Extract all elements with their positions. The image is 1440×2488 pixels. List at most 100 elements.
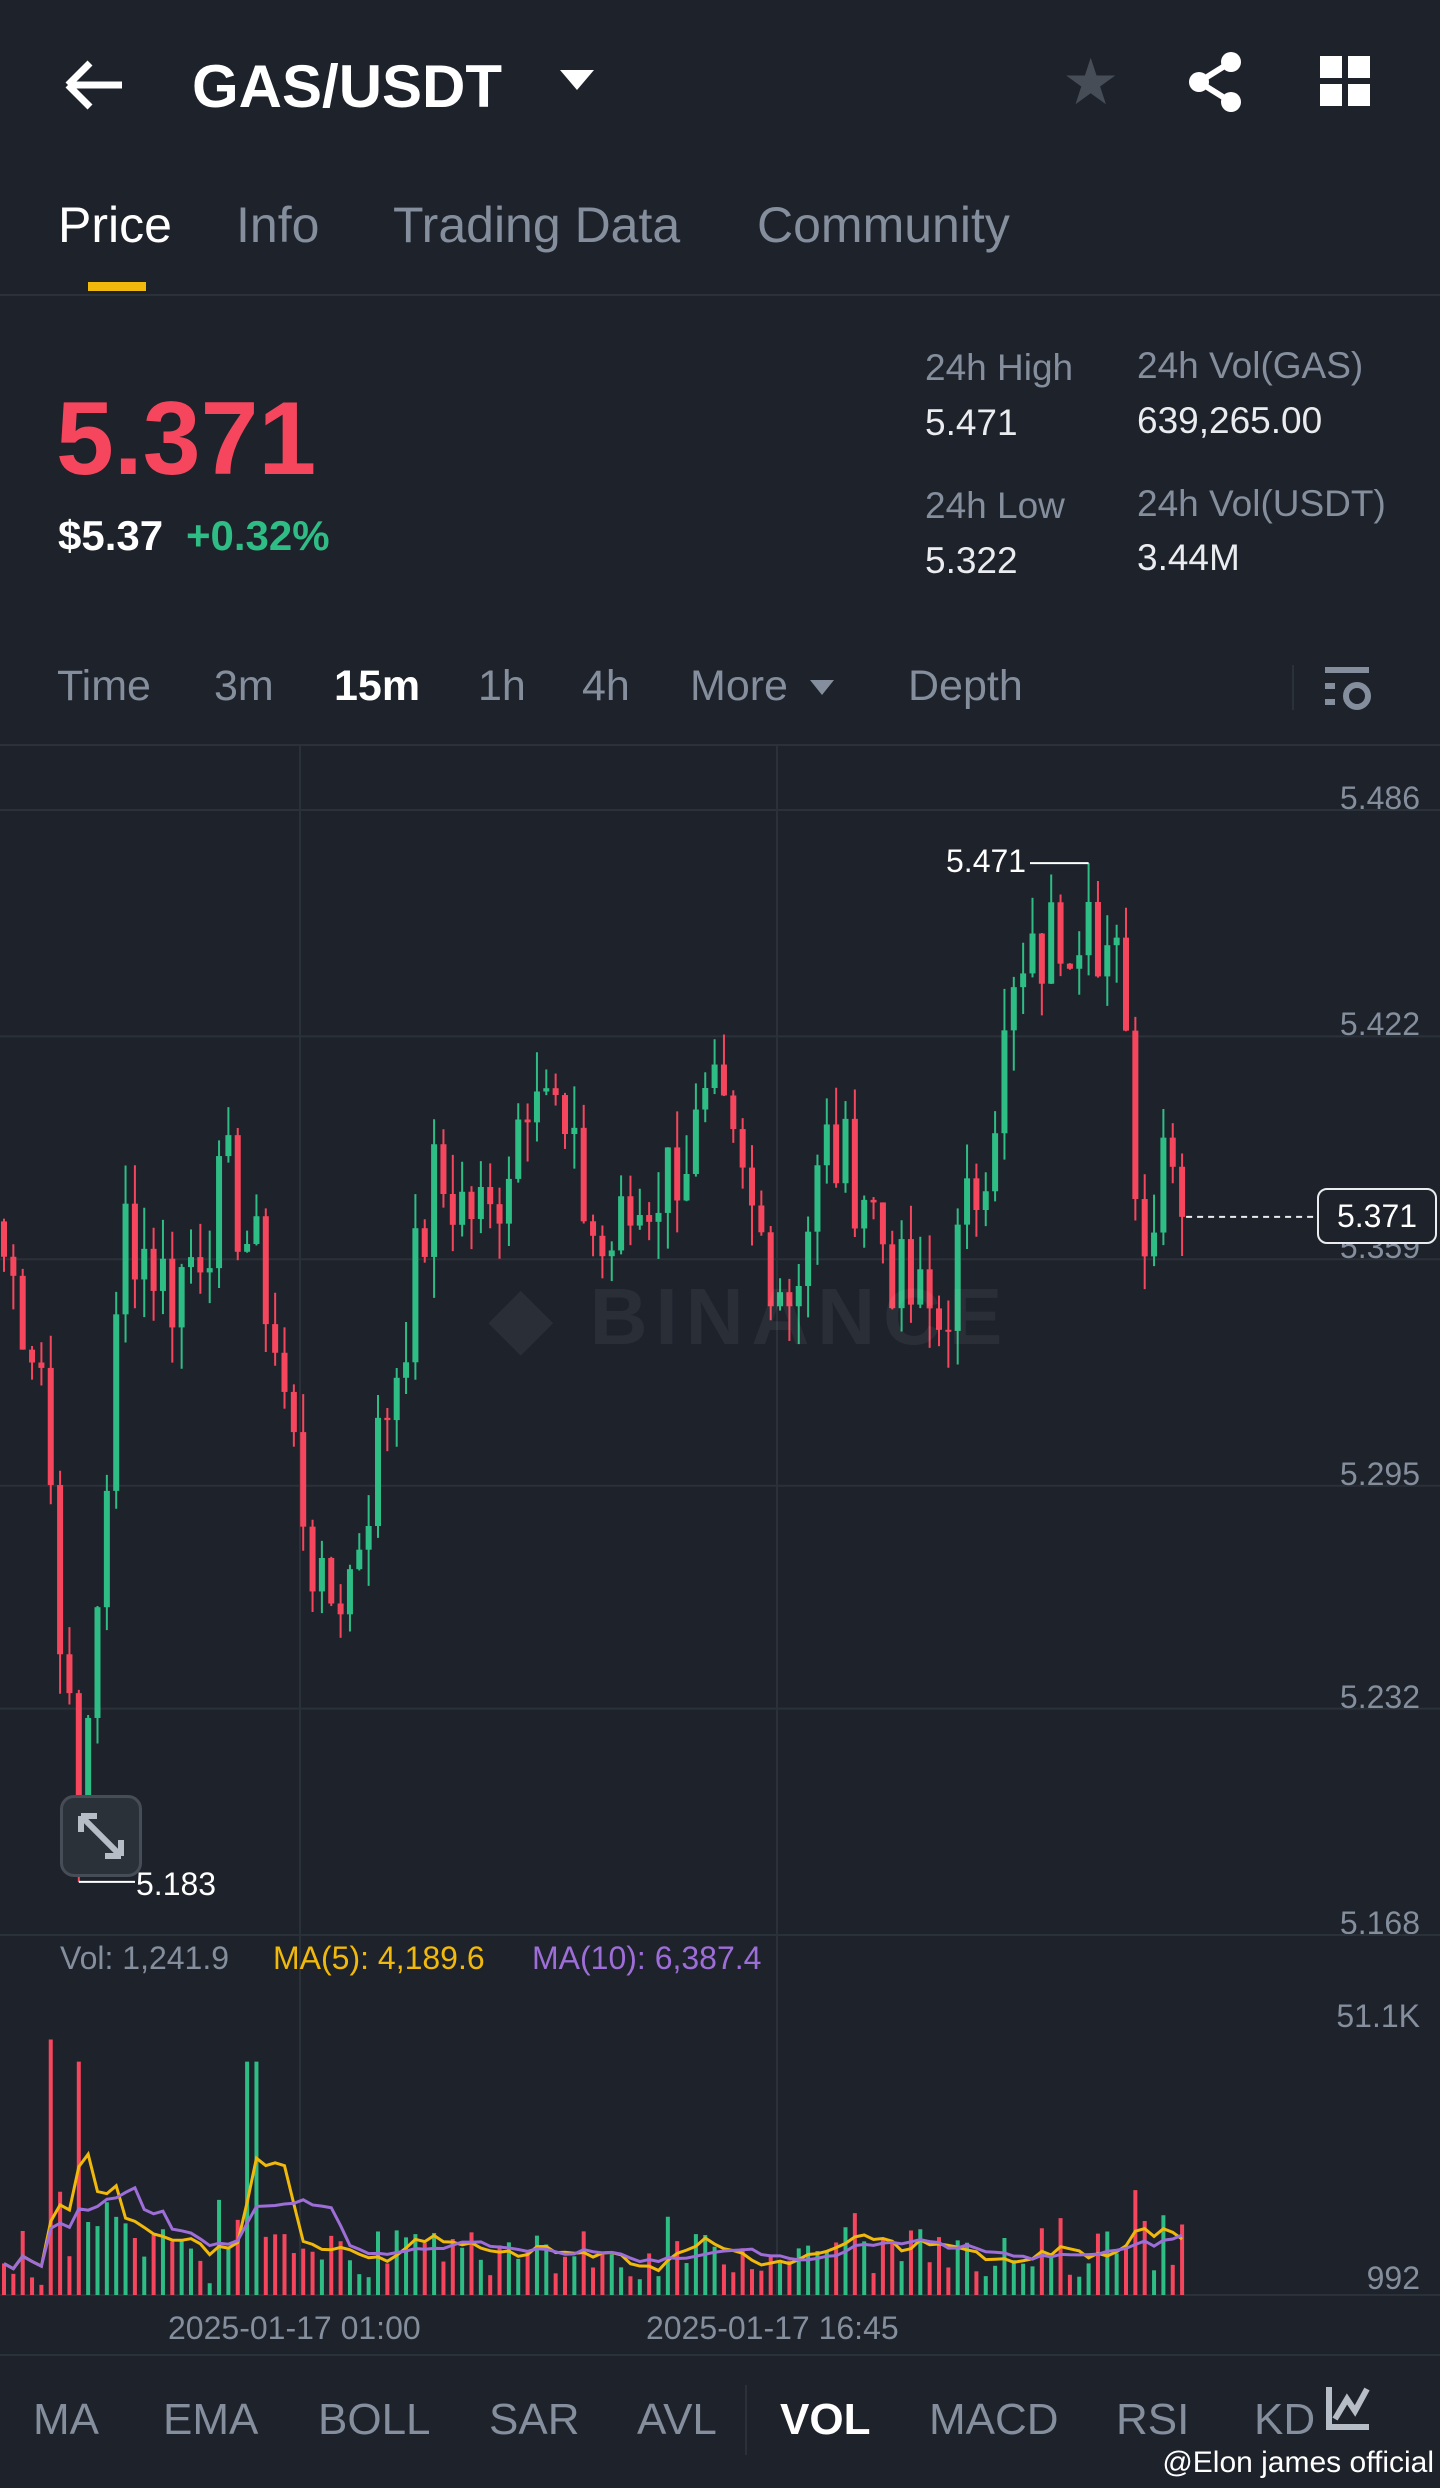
interval-4h[interactable]: 4h — [582, 662, 630, 711]
indicator-settings-icon[interactable] — [1325, 2385, 1371, 2431]
candle-body — [1094, 901, 1101, 977]
candle-body — [159, 1258, 166, 1291]
candle-body — [552, 1088, 559, 1096]
candle-body — [533, 1091, 540, 1123]
interval-15m[interactable]: 15m — [334, 662, 420, 711]
candle-body — [178, 1267, 185, 1328]
candle-body — [814, 1165, 821, 1232]
candle-body — [57, 1485, 64, 1655]
divider — [745, 2385, 747, 2455]
candle-body — [169, 1258, 176, 1328]
candle-body — [431, 1144, 438, 1257]
candle-body — [655, 1212, 662, 1222]
candle-body — [674, 1147, 681, 1201]
candle-body — [720, 1064, 727, 1096]
candle-body — [412, 1228, 419, 1363]
candle-body — [131, 1203, 138, 1280]
indicator-rsi[interactable]: RSI — [1116, 2395, 1189, 2445]
expand-icon — [78, 1813, 124, 1859]
candle-body — [216, 1156, 223, 1269]
interval-3m[interactable]: 3m — [214, 662, 274, 711]
candle-body — [524, 1119, 531, 1123]
candlestick-chart[interactable] — [0, 746, 1440, 2356]
indicator-kd[interactable]: KD — [1254, 2395, 1315, 2445]
grid-menu-icon[interactable] — [1320, 56, 1372, 108]
vol-quote-label: 24h Vol(USDT) — [1137, 483, 1386, 524]
pair-title[interactable]: GAS/USDT — [192, 52, 502, 121]
candle-body — [1057, 902, 1064, 964]
back-button[interactable] — [60, 55, 130, 115]
indicator-macd[interactable]: MACD — [929, 2395, 1059, 2445]
candle-body — [487, 1187, 494, 1205]
candle-body — [1085, 901, 1092, 956]
candle-body — [543, 1088, 550, 1092]
tab-price[interactable]: Price — [58, 196, 172, 254]
indicator-ema[interactable]: EMA — [163, 2395, 258, 2445]
share-icon[interactable] — [1185, 50, 1245, 114]
candle-body — [982, 1191, 989, 1210]
candle-body — [608, 1250, 615, 1257]
high-marker-label: 5.471 — [946, 843, 1027, 879]
candle-body — [403, 1362, 410, 1378]
chart-settings-icon[interactable] — [1325, 665, 1373, 713]
interval-depth[interactable]: Depth — [908, 662, 1023, 711]
fullscreen-button[interactable] — [60, 1795, 142, 1877]
candle-body — [38, 1362, 45, 1368]
candle-body — [590, 1221, 597, 1236]
candle-body — [188, 1257, 194, 1268]
low-marker-label: 5.183 — [136, 1866, 217, 1902]
candle-body — [225, 1135, 232, 1157]
credit-watermark: @Elon james official — [1162, 2446, 1434, 2479]
candle-body — [468, 1191, 475, 1220]
star-icon[interactable]: ★ — [1062, 50, 1119, 114]
vol-quote-value: 3.44M — [1137, 537, 1240, 578]
vol-tick: 51.1K — [1336, 1998, 1420, 2034]
candle-body — [1076, 955, 1083, 969]
price-tick: 5.295 — [1339, 1455, 1420, 1492]
candle-body — [711, 1064, 718, 1089]
candle-body — [113, 1314, 120, 1491]
binance-watermark: ◆ BINANCE — [490, 1272, 1011, 1361]
indicator-sar[interactable]: SAR — [489, 2395, 579, 2445]
interval-more[interactable]: More — [690, 662, 788, 711]
candle-body — [739, 1129, 746, 1168]
divider — [1292, 665, 1294, 710]
candle-body — [300, 1432, 307, 1527]
tab-info[interactable]: Info — [236, 196, 319, 254]
candle-body — [1066, 963, 1073, 969]
candle-body — [1029, 933, 1036, 974]
tab-trading-data[interactable]: Trading Data — [393, 196, 680, 254]
candle-body — [66, 1654, 73, 1694]
interval-1h[interactable]: 1h — [478, 662, 526, 711]
ma10-legend: MA(10): 6,387.4 — [532, 1940, 762, 1976]
candle-body — [1123, 937, 1129, 1031]
candle-body — [599, 1235, 606, 1257]
candle-body — [636, 1215, 643, 1226]
candle-body — [253, 1216, 260, 1244]
interval-time[interactable]: Time — [57, 662, 151, 711]
candle-body — [571, 1127, 578, 1135]
candle-body — [206, 1268, 213, 1273]
candle-body — [973, 1178, 980, 1210]
candle-body — [683, 1173, 690, 1201]
candle-body — [47, 1367, 54, 1486]
vol-base-value: 639,265.00 — [1137, 400, 1323, 441]
candle-body — [861, 1199, 868, 1229]
candle-body — [356, 1549, 363, 1570]
indicator-ma[interactable]: MA — [33, 2395, 99, 2445]
candle-body — [692, 1109, 699, 1174]
pair-dropdown-icon[interactable] — [560, 70, 594, 90]
indicator-boll[interactable]: BOLL — [318, 2395, 431, 2445]
indicator-vol[interactable]: VOL — [780, 2395, 870, 2445]
tab-community[interactable]: Community — [757, 196, 1010, 254]
candle-body — [580, 1127, 587, 1222]
price-tick: 5.486 — [1339, 780, 1420, 816]
candle-body — [1113, 937, 1120, 946]
indicator-avl[interactable]: AVL — [637, 2395, 717, 2445]
price-tick: 5.422 — [1339, 1006, 1420, 1043]
candle-body — [1160, 1137, 1167, 1233]
candle-body — [833, 1124, 840, 1184]
tab-active-underline — [88, 282, 146, 291]
candle-body — [646, 1215, 653, 1222]
candle-body — [1038, 933, 1045, 984]
